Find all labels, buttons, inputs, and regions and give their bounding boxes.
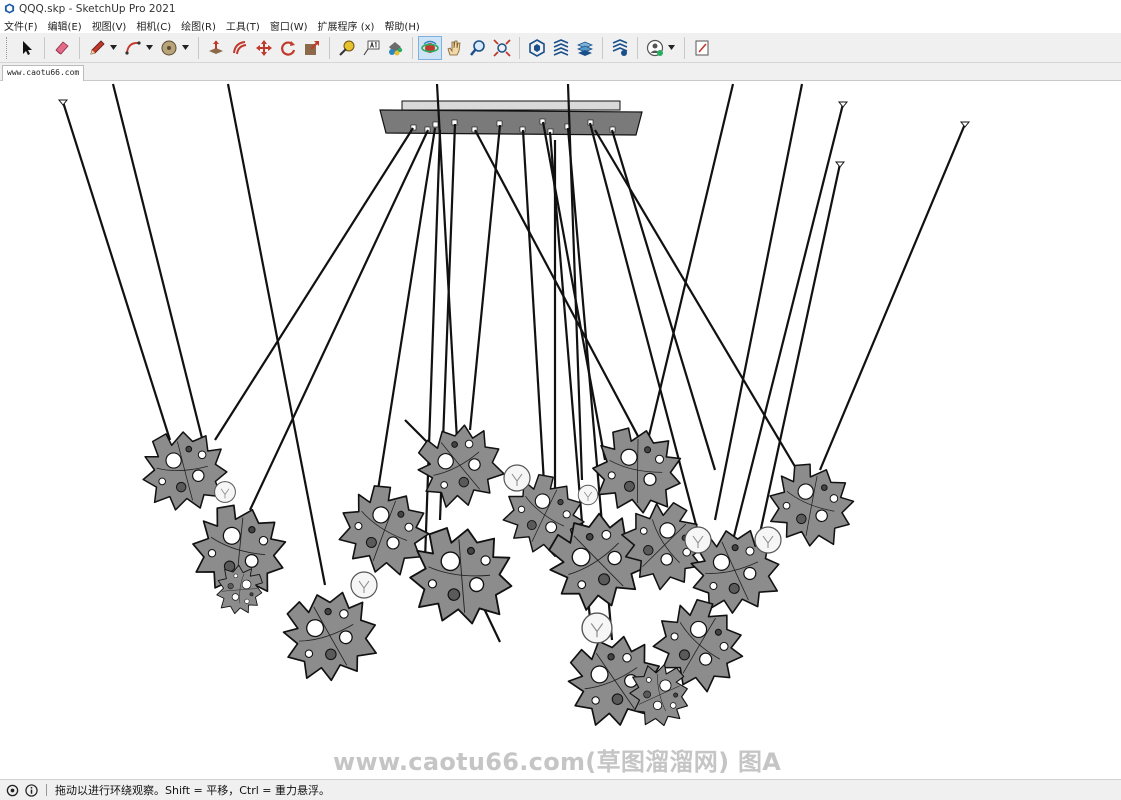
pendant-shades — [142, 412, 867, 739]
menu-camera[interactable]: 相机(C) — [136, 18, 171, 33]
toolbar-separator — [198, 36, 199, 59]
move-icon — [256, 39, 272, 56]
toolbar-grip[interactable] — [6, 36, 9, 59]
3d-warehouse-button[interactable] — [525, 36, 549, 60]
menu-window[interactable]: 窗口(W) — [270, 18, 308, 33]
move-tool-button[interactable] — [252, 36, 276, 60]
offset-icon — [233, 40, 247, 54]
window-title: QQQ.skp - SketchUp Pro 2021 — [19, 2, 176, 15]
menu-help[interactable]: 帮助(H) — [384, 18, 419, 33]
notes-button[interactable] — [690, 36, 714, 60]
account-dropdown[interactable] — [667, 36, 676, 60]
3d-viewport[interactable] — [0, 82, 1121, 779]
zoom-icon — [470, 39, 485, 56]
account-button[interactable] — [643, 36, 667, 60]
sketchup-logo-icon — [4, 3, 15, 14]
status-message: 拖动以进行环绕观察。Shift = 平移，Ctrl = 重力悬浮。 — [55, 784, 330, 797]
zoom-extents-icon — [493, 38, 511, 57]
extension-warehouse-icon — [553, 38, 569, 56]
toolbar-separator — [412, 36, 413, 59]
eraser-icon — [55, 40, 69, 55]
menu-file[interactable]: 文件(F) — [4, 18, 38, 33]
notes-icon — [695, 40, 709, 55]
chevron-down-icon — [668, 45, 675, 50]
shape-tool-dropdown[interactable] — [181, 36, 190, 60]
scale-icon — [305, 40, 319, 55]
rotate-icon — [281, 40, 296, 56]
extension-manager-icon — [612, 38, 628, 56]
line-tool-button[interactable] — [85, 36, 109, 60]
ceiling-canopy — [379, 100, 643, 136]
extension-warehouse-button[interactable] — [549, 36, 573, 60]
push-pull-icon — [209, 40, 223, 54]
status-divider — [46, 784, 47, 796]
text-tool-button[interactable] — [359, 36, 383, 60]
select-arrow-icon — [23, 40, 32, 55]
menu-draw[interactable]: 绘图(R) — [181, 18, 216, 33]
orbit-tool-button[interactable] — [418, 35, 442, 60]
menu-tools[interactable]: 工具(T) — [226, 18, 260, 33]
chevron-down-icon — [182, 45, 189, 50]
chevron-down-icon — [110, 45, 117, 50]
extension-manager-button[interactable] — [608, 36, 632, 60]
scale-tool-button[interactable] — [300, 36, 324, 60]
toolbar-separator — [684, 36, 685, 59]
arc-icon — [125, 40, 141, 55]
status-settings-icon[interactable] — [6, 784, 19, 797]
paint-bucket-tool-button[interactable] — [383, 36, 407, 60]
push-pull-tool-button[interactable] — [204, 36, 228, 60]
user-icon — [646, 39, 664, 56]
status-bar: 拖动以进行环绕观察。Shift = 平移，Ctrl = 重力悬浮。 — [0, 779, 1121, 800]
title-bar: QQQ.skp - SketchUp Pro 2021 — [0, 0, 1121, 17]
toolbar-separator — [519, 36, 520, 59]
eraser-tool-button[interactable] — [50, 36, 74, 60]
arc-tool-dropdown[interactable] — [145, 36, 154, 60]
zoom-extents-tool-button[interactable] — [490, 36, 514, 60]
layout-send-button[interactable] — [573, 36, 597, 60]
hand-icon — [447, 40, 461, 55]
text-icon — [363, 40, 380, 55]
scene-tab-bar: www.caotu66.com — [0, 63, 1121, 81]
line-tool-dropdown[interactable] — [109, 36, 118, 60]
shape-tool-button[interactable] — [157, 36, 181, 60]
tape-measure-icon — [339, 40, 355, 56]
chandelier-model — [57, 83, 971, 739]
select-tool-button[interactable] — [15, 36, 39, 60]
arc-tool-button[interactable] — [121, 36, 145, 60]
pencil-icon — [90, 39, 105, 55]
menu-edit[interactable]: 编辑(E) — [48, 18, 82, 33]
info-icon[interactable] — [25, 783, 38, 797]
tape-measure-tool-button[interactable] — [335, 36, 359, 60]
circle-icon — [161, 40, 177, 55]
menu-bar: 文件(F) 编辑(E) 视图(V) 相机(C) 绘图(R) 工具(T) 窗口(W… — [0, 17, 1121, 33]
layout-icon — [576, 41, 594, 56]
pan-tool-button[interactable] — [442, 36, 466, 60]
toolbar-separator — [602, 36, 603, 59]
toolbar-separator — [79, 36, 80, 59]
orbit-icon — [421, 40, 439, 53]
scene-tab[interactable]: www.caotu66.com — [2, 65, 85, 81]
main-toolbar — [0, 33, 1121, 63]
zoom-tool-button[interactable] — [466, 36, 490, 60]
toolbar-separator — [329, 36, 330, 59]
warehouse-icon — [529, 38, 545, 57]
watermark-text: www.caotu66.com(草图溜溜网) 图A — [333, 748, 782, 776]
offset-tool-button[interactable] — [228, 36, 252, 60]
rotate-tool-button[interactable] — [276, 36, 300, 60]
chevron-down-icon — [146, 45, 153, 50]
menu-view[interactable]: 视图(V) — [92, 18, 127, 33]
suspension-wires — [61, 83, 967, 643]
menu-extensions[interactable]: 扩展程序 (x) — [318, 18, 375, 33]
paint-bucket-icon — [389, 41, 403, 55]
toolbar-separator — [637, 36, 638, 59]
toolbar-separator — [44, 36, 45, 59]
